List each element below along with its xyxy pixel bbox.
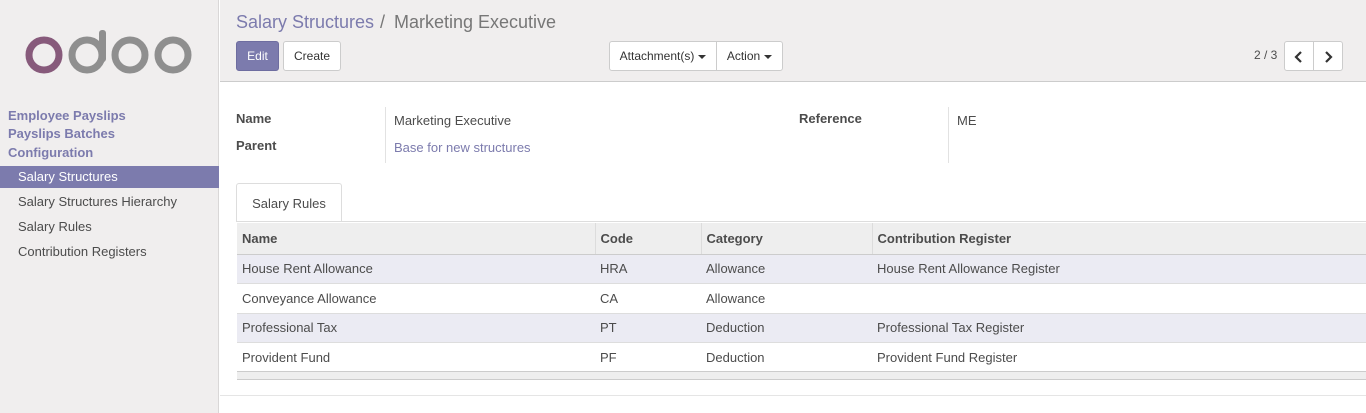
caret-down-icon	[764, 54, 773, 59]
attachments-dropdown[interactable]: Attachment(s)	[609, 41, 717, 71]
sidebar-item-label: Salary Rules	[18, 219, 92, 234]
cell-code: PF	[595, 342, 701, 373]
table-header-row: Name Code Category Contribution Register	[237, 223, 1366, 255]
parent-label: Parent	[236, 138, 277, 153]
column-header-name[interactable]: Name	[237, 223, 596, 255]
tab-divider	[236, 221, 1366, 222]
reference-label: Reference	[799, 111, 862, 126]
cell-category: Deduction	[701, 342, 872, 373]
breadcrumb-separator: /	[380, 12, 386, 32]
sheet-bottom-divider	[220, 395, 1366, 396]
caret-down-icon	[698, 54, 707, 59]
create-button[interactable]: Create	[283, 41, 341, 71]
breadcrumb-parent-link[interactable]: Salary Structures	[236, 12, 374, 33]
pager-previous-button[interactable]	[1284, 41, 1314, 71]
parent-field-link[interactable]: Base for new structures	[394, 140, 531, 155]
sidebar-section-payslips-batches[interactable]: Payslips Batches	[8, 126, 115, 141]
sidebar-item-contribution-registers[interactable]: Contribution Registers	[0, 241, 219, 263]
cell-category: Allowance	[701, 283, 872, 314]
tab-salary-rules[interactable]: Salary Rules	[236, 183, 342, 222]
sidebar-item-label: Salary Structures Hierarchy	[18, 194, 177, 209]
cell-code: PT	[595, 313, 701, 343]
reference-field: ME	[957, 113, 977, 128]
sidebar: Employee Payslips Payslips Batches Confi…	[0, 0, 219, 413]
sidebar-item-label: Contribution Registers	[18, 244, 147, 259]
cell-code: CA	[595, 283, 701, 314]
chevron-right-icon	[1325, 51, 1333, 63]
salary-rules-table: Name Code Category Contribution Register…	[237, 223, 1366, 373]
field-divider	[385, 107, 386, 163]
control-panel: Salary Structures / Marketing Executive …	[220, 0, 1366, 82]
edit-button[interactable]: Edit	[236, 41, 279, 71]
sidebar-item-salary-rules[interactable]: Salary Rules	[0, 216, 219, 238]
column-header-category[interactable]: Category	[701, 223, 873, 255]
cell-contribution-register: Professional Tax Register	[872, 313, 1366, 343]
form-sheet: Name Marketing Executive Parent Base for…	[220, 83, 1366, 413]
sidebar-section-configuration[interactable]: Configuration	[8, 145, 93, 160]
sidebar-item-salary-structures-hierarchy[interactable]: Salary Structures Hierarchy	[0, 191, 219, 213]
column-header-contribution-register[interactable]: Contribution Register	[872, 223, 1366, 255]
cell-name: House Rent Allowance	[237, 254, 595, 284]
cell-name: Provident Fund	[237, 342, 595, 373]
cell-category: Deduction	[701, 313, 872, 343]
cell-name: Professional Tax	[237, 313, 595, 343]
attachments-label: Attachment(s)	[619, 49, 695, 63]
table-row[interactable]: House Rent Allowance HRA Allowance House…	[237, 254, 1366, 284]
chevron-left-icon	[1294, 51, 1302, 63]
action-dropdown[interactable]: Action	[716, 41, 783, 71]
breadcrumb-current: Marketing Executive	[394, 12, 557, 32]
name-field: Marketing Executive	[394, 113, 512, 128]
field-divider	[948, 107, 949, 163]
sidebar-section-employee-payslips[interactable]: Employee Payslips	[8, 108, 126, 123]
cell-contribution-register: Provident Fund Register	[872, 342, 1366, 373]
table-row[interactable]: Provident Fund PF Deduction Provident Fu…	[237, 342, 1366, 373]
cell-category: Allowance	[701, 254, 872, 284]
sidebar-item-label: Salary Structures	[18, 169, 118, 184]
pager-value[interactable]: 2 / 3	[1254, 48, 1277, 62]
table-row[interactable]: Professional Tax PT Deduction Profession…	[237, 313, 1366, 343]
column-header-code[interactable]: Code	[595, 223, 702, 255]
table-footer	[237, 371, 1366, 380]
action-label: Action	[726, 49, 761, 63]
cell-contribution-register	[872, 283, 1366, 314]
pager-next-button[interactable]	[1313, 41, 1343, 71]
name-label: Name	[236, 111, 272, 126]
cell-contribution-register: House Rent Allowance Register	[872, 254, 1366, 284]
table-row[interactable]: Conveyance Allowance CA Allowance	[237, 283, 1366, 314]
sidebar-item-salary-structures[interactable]: Salary Structures	[0, 166, 219, 188]
odoo-logo[interactable]	[25, 30, 195, 80]
cell-code: HRA	[595, 254, 701, 284]
cell-name: Conveyance Allowance	[237, 283, 595, 314]
